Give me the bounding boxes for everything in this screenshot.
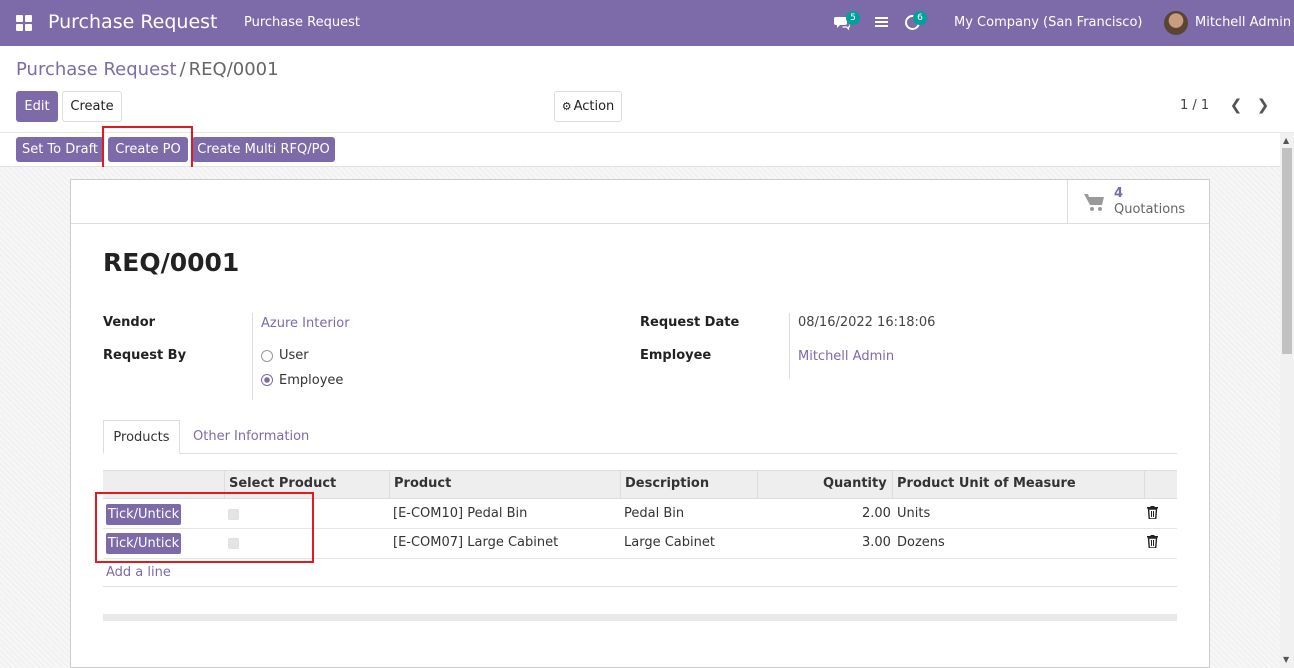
product-cell[interactable]: [E-COM07] Large Cabinet <box>393 535 558 550</box>
description-cell[interactable]: Large Cabinet <box>624 535 715 550</box>
column-header-quantity[interactable]: Quantity <box>823 476 887 491</box>
uom-cell[interactable]: Dozens <box>897 535 945 550</box>
column-header-select-product[interactable]: Select Product <box>229 476 336 491</box>
vendor-field[interactable]: Azure Interior <box>261 316 350 331</box>
apps-menu-icon[interactable] <box>16 15 32 31</box>
field-separator <box>252 313 253 400</box>
request-by-user-label[interactable]: User <box>279 348 309 363</box>
description-cell[interactable]: Pedal Bin <box>624 506 684 521</box>
column-header-product[interactable]: Product <box>394 476 451 491</box>
user-avatar[interactable] <box>1164 11 1188 35</box>
column-divider <box>757 471 758 499</box>
quantity-cell[interactable]: 2.00 <box>862 506 891 521</box>
employee-field[interactable]: Mitchell Admin <box>798 349 894 364</box>
record-title: REQ/0001 <box>103 248 240 277</box>
scroll-down-icon[interactable]: ▼ <box>1283 655 1289 664</box>
action-label: Action <box>573 99 615 114</box>
nav-menu-purchase-request[interactable]: Purchase Request <box>244 15 360 30</box>
add-a-line-link[interactable]: Add a line <box>106 565 171 580</box>
column-divider <box>620 471 621 499</box>
set-to-draft-button[interactable]: Set To Draft <box>16 137 104 162</box>
scroll-up-icon[interactable]: ▲ <box>1283 136 1289 145</box>
request-by-user-radio[interactable] <box>261 350 273 362</box>
action-button[interactable]: ⚙ Action <box>554 91 622 122</box>
gear-icon: ⚙ <box>561 100 572 113</box>
request-date-label: Request Date <box>640 315 740 330</box>
shopping-cart-icon <box>1084 193 1105 216</box>
create-multi-rfq-po-button[interactable]: Create Multi RFQ/PO <box>192 137 335 162</box>
breadcrumb-current: REQ/0001 <box>188 59 279 80</box>
request-by-label: Request By <box>103 348 187 363</box>
quotations-label: Quotations <box>1114 202 1186 217</box>
pager-previous-icon[interactable]: ❮ <box>1229 96 1243 116</box>
trash-icon[interactable] <box>1147 535 1158 552</box>
app-title[interactable]: Purchase Request <box>48 11 218 33</box>
pager-next-icon[interactable]: ❯ <box>1256 96 1270 116</box>
column-divider <box>389 471 390 499</box>
tab-products[interactable]: Products <box>103 420 180 454</box>
messages-badge: 5 <box>846 11 860 25</box>
request-by-employee-label[interactable]: Employee <box>279 373 343 388</box>
smart-button-box <box>71 180 1209 224</box>
tabs-divider <box>103 453 1177 454</box>
tab-other-information[interactable]: Other Information <box>193 429 309 444</box>
form-sheet <box>70 179 1210 668</box>
breadcrumb-parent[interactable]: Purchase Request <box>16 59 177 80</box>
company-switcher[interactable]: My Company (San Francisco) <box>954 15 1142 30</box>
table-footer-divider <box>103 586 1177 587</box>
trash-icon[interactable] <box>1147 506 1158 523</box>
breadcrumb: Purchase Request / REQ/0001 <box>16 59 279 80</box>
uom-cell[interactable]: Units <box>897 506 930 521</box>
request-by-employee-radio[interactable] <box>261 374 273 386</box>
scrollbar-thumb[interactable] <box>1282 148 1292 354</box>
user-menu[interactable]: Mitchell Admin <box>1195 15 1291 30</box>
vendor-label: Vendor <box>103 315 156 330</box>
field-separator <box>789 313 790 379</box>
request-date-field[interactable]: 08/16/2022 16:18:06 <box>798 315 935 330</box>
breadcrumb-separator: / <box>179 59 186 80</box>
create-button[interactable]: Create <box>62 91 122 122</box>
top-navbar: Purchase Request Purchase Request 5 6 My… <box>0 0 1294 46</box>
column-divider <box>1144 471 1145 499</box>
table-horizontal-scrollbar[interactable] <box>103 614 1177 621</box>
column-header-uom[interactable]: Product Unit of Measure <box>897 476 1076 491</box>
quotations-count: 4 <box>1114 186 1124 201</box>
activity-list-icon[interactable] <box>875 17 888 28</box>
activities-badge: 6 <box>913 11 927 25</box>
pager-value[interactable]: 1 / 1 <box>1180 98 1209 113</box>
edit-button[interactable]: Edit <box>16 91 58 122</box>
product-cell[interactable]: [E-COM10] Pedal Bin <box>393 506 527 521</box>
quantity-cell[interactable]: 3.00 <box>862 535 891 550</box>
column-divider <box>892 471 893 499</box>
tick-untick-highlight <box>95 492 314 563</box>
employee-label: Employee <box>640 348 712 363</box>
column-header-description[interactable]: Description <box>625 476 709 491</box>
create-po-highlight <box>102 126 193 172</box>
